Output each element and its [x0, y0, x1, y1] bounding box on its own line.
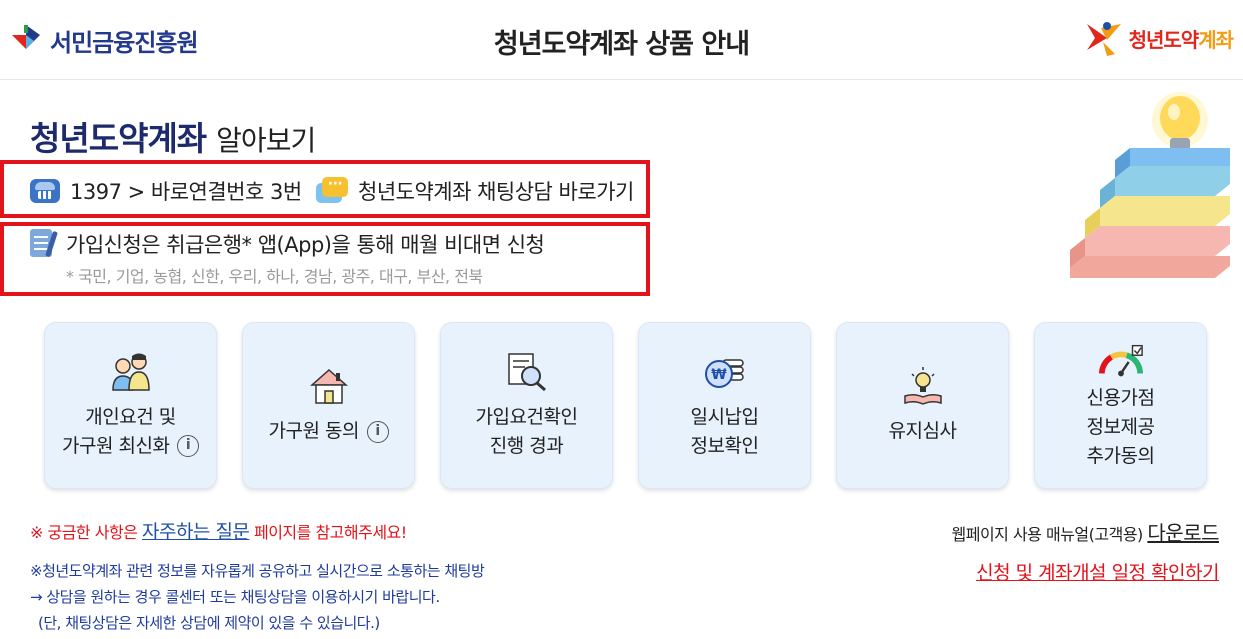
- manual-prefix: 웹페이지 사용 매뉴얼(고객용): [951, 525, 1148, 544]
- faq-prefix: ※ 궁금한 사항은: [30, 523, 142, 542]
- card-household-consent[interactable]: 가구원 동의 i: [242, 322, 415, 489]
- family-icon: [108, 351, 154, 393]
- faq-suffix: 페이지를 참고해주세요!: [249, 523, 407, 542]
- card-label: 가입요건확인 진행 경과: [476, 403, 578, 461]
- phone-contact-text: 1397 > 바로연결번호 3번: [70, 180, 302, 204]
- card-personal-household-update[interactable]: 개인요건 및 가구원 최신화 i: [44, 322, 217, 489]
- page-title: 청년도약계좌 상품 안내: [493, 29, 750, 60]
- card-credit-score-consent[interactable]: 신용가점 정보제공 추가동의: [1034, 322, 1207, 489]
- schedule-check-link[interactable]: 신청 및 계좌개설 일정 확인하기: [976, 558, 1219, 585]
- document-search-icon: [504, 351, 550, 393]
- card-label-line2: 정보확인: [690, 434, 759, 457]
- card-label-line3: 추가동의: [1086, 445, 1155, 467]
- card-eligibility-progress[interactable]: 가입요건확인 진행 경과: [440, 322, 613, 489]
- youth-account-logo-text: 청년도약계좌: [1128, 24, 1234, 53]
- faq-link[interactable]: 자주하는 질문: [142, 521, 250, 543]
- section-title: 청년도약계좌 알아보기: [30, 112, 316, 160]
- lightbulb-book-icon: [900, 365, 946, 407]
- chat-room-notice: ※청년도약계좌 관련 정보를 자유롭게 공유하고 실시간으로 소통하는 채팅방 …: [30, 558, 485, 636]
- card-label-line2: 정보제공: [1086, 416, 1155, 438]
- card-label-line1: 신용가점: [1086, 387, 1155, 409]
- logo-text-part-b: 계좌: [1198, 27, 1234, 52]
- card-label-line2: 진행 경과: [489, 434, 564, 457]
- header: 서민금융진흥원 청년도약계좌 상품 안내 청년도약계좌: [0, 0, 1243, 80]
- manual-download-link[interactable]: 다운로드: [1147, 521, 1219, 545]
- bank-list-text: * 국민, 기업, 농협, 신한, 우리, 하나, 경남, 광주, 대구, 부산…: [66, 267, 483, 286]
- section-title-main: 청년도약계좌: [30, 112, 207, 160]
- application-info: 가입신청은 취급은행* 앱(App)을 통해 매월 비대면 신청: [30, 229, 545, 259]
- card-label-line1: 가구원 동의: [268, 420, 360, 442]
- phone-contact[interactable]: 1397 > 바로연결번호 3번: [30, 176, 302, 206]
- stairs-lightbulb-illustration: [1030, 88, 1240, 288]
- info-icon[interactable]: i: [176, 435, 199, 457]
- coin-won-icon: ₩: [702, 351, 748, 393]
- youth-account-logo-icon: [1085, 18, 1125, 58]
- youth-account-logo[interactable]: 청년도약계좌: [1085, 18, 1234, 58]
- credit-gauge-icon: [1098, 340, 1144, 382]
- document-pen-icon: [30, 229, 58, 259]
- card-label: 가구원 동의 i: [269, 417, 389, 446]
- manual-download: 웹페이지 사용 매뉴얼(고객용) 다운로드: [952, 517, 1220, 546]
- card-label-line1: 가입요건확인: [475, 405, 578, 428]
- application-info-text: 가입신청은 취급은행* 앱(App)을 통해 매월 비대면 신청: [66, 233, 545, 257]
- card-lump-sum-info[interactable]: ₩ 일시납입 정보확인: [638, 322, 811, 489]
- phone-icon: [30, 179, 60, 203]
- house-icon: [306, 365, 352, 407]
- notice-line-3: (단, 채팅상담은 자세한 상담에 제약이 있을 수 있습니다.): [38, 614, 380, 632]
- info-icon[interactable]: i: [366, 420, 389, 443]
- card-label-line2: 가구원 최신화: [62, 434, 170, 457]
- card-label: 유지심사: [889, 417, 957, 446]
- faq-notice: ※ 궁금한 사항은 자주하는 질문 페이지를 참고해주세요!: [30, 517, 407, 544]
- logo-text-part-a: 청년도약: [1128, 27, 1200, 52]
- chat-consult-link[interactable]: ··· 청년도약계좌 채팅상담 바로가기: [316, 176, 634, 206]
- notice-line-2: → 상담을 원하는 경우 콜센터 또는 채팅상담을 이용하시기 바랍니다.: [30, 588, 440, 606]
- menu-cards: 개인요건 및 가구원 최신화 i 가구원 동의 i 가입요건확인 진행 경과 ₩…: [44, 322, 1207, 489]
- card-label-line1: 일시납입: [690, 405, 759, 428]
- card-label: 신용가점 정보제공 추가동의: [1087, 384, 1155, 471]
- card-label: 개인요건 및 가구원 최신화 i: [62, 403, 199, 461]
- section-title-sub: 알아보기: [216, 124, 316, 157]
- chat-icon: ···: [316, 177, 348, 205]
- card-maintenance-review[interactable]: 유지심사: [836, 322, 1009, 489]
- chat-consult-text: 청년도약계좌 채팅상담 바로가기: [358, 180, 634, 204]
- card-label-line1: 개인요건 및: [85, 405, 176, 428]
- notice-line-1: ※청년도약계좌 관련 정보를 자유롭게 공유하고 실시간으로 소통하는 채팅방: [30, 562, 485, 580]
- card-label-line1: 유지심사: [888, 420, 957, 442]
- svg-text:₩: ₩: [711, 367, 727, 383]
- card-label: 일시납입 정보확인: [691, 403, 759, 461]
